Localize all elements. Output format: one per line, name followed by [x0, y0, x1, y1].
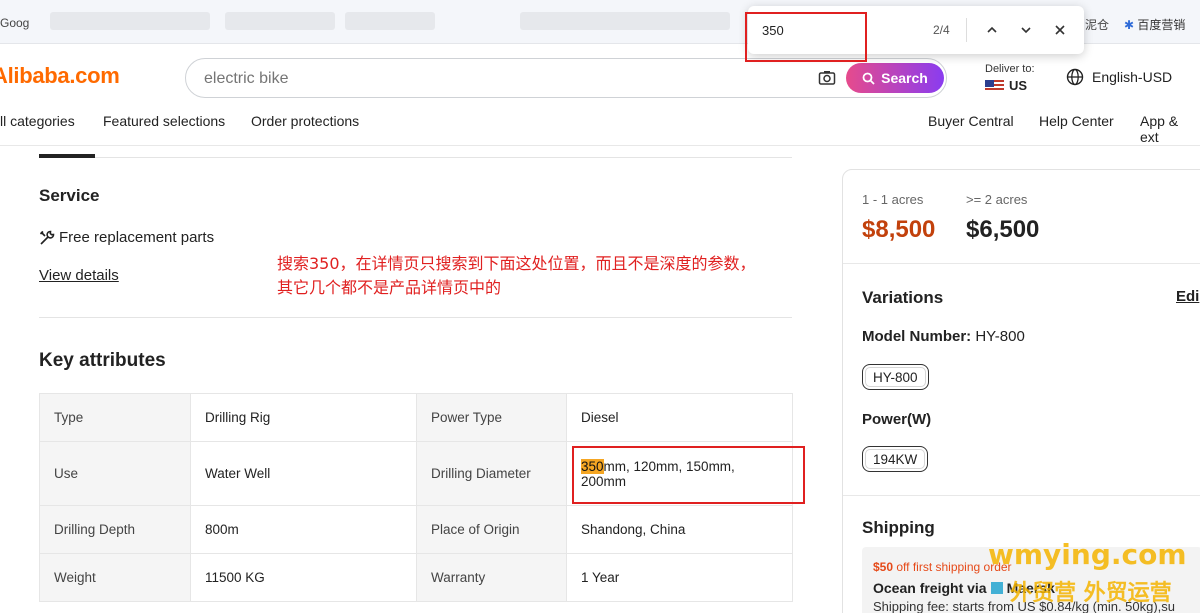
- maersk-icon: [990, 582, 1003, 594]
- find-input[interactable]: [762, 20, 912, 40]
- watermark: wmying.com: [988, 538, 1187, 571]
- language-label: English-USD: [1092, 69, 1173, 85]
- nav-help-center[interactable]: Help Center: [1039, 113, 1114, 129]
- watermark: 外贸营 外贸运营: [1010, 581, 1172, 606]
- attr-value: 800m: [190, 505, 417, 554]
- bookmark-item[interactable]: 泥仓: [1085, 16, 1109, 33]
- bookmark-baidu[interactable]: ✱ 百度营销: [1124, 16, 1185, 33]
- find-divider: [966, 18, 967, 42]
- active-tab-indicator: [39, 154, 95, 158]
- service-item-label: Free replacement parts: [59, 229, 215, 246]
- nav-buyer-central[interactable]: Buyer Central: [928, 113, 1014, 129]
- nav-order-protections[interactable]: Order protections: [251, 113, 359, 129]
- close-icon: [1055, 25, 1065, 35]
- price-tier-value: $8,500: [862, 216, 936, 243]
- deliver-to-selector[interactable]: US: [985, 78, 1027, 93]
- blurred-bookmarks: [50, 12, 210, 30]
- power-option-chip[interactable]: 194KW: [862, 446, 929, 472]
- deliver-to-value: US: [1009, 78, 1028, 93]
- wrench-icon: [39, 230, 55, 245]
- blurred-bookmarks: [345, 12, 435, 30]
- price-tier-label: >= 2 acres: [966, 192, 1028, 207]
- attr-value: Water Well: [190, 441, 417, 506]
- attr-value-text: mm, 120mm, 150mm,: [603, 458, 735, 474]
- find-in-page-bar: 2/4: [748, 6, 1084, 54]
- attr-key: Place of Origin: [416, 505, 567, 554]
- key-attributes-heading: Key attributes: [39, 350, 166, 371]
- nav-all-categories[interactable]: ll categories: [0, 113, 75, 129]
- section-divider: [39, 317, 792, 318]
- find-next-button[interactable]: [1014, 18, 1038, 42]
- key-attributes-table: Type Drilling Rig Power Type Diesel Use …: [39, 393, 793, 602]
- alibaba-logo[interactable]: Alibaba.com: [0, 63, 120, 89]
- service-heading: Service: [39, 186, 100, 205]
- find-match-count: 2/4: [933, 23, 950, 37]
- bookmark-google[interactable]: Goog: [0, 16, 29, 30]
- deliver-to-label: Deliver to:: [985, 63, 1035, 75]
- attr-value-text: 200mm: [581, 473, 627, 489]
- blurred-bookmarks: [225, 12, 335, 30]
- attr-value: Shandong, China: [566, 505, 793, 554]
- power-heading: Power(W): [862, 411, 932, 428]
- service-item: Free replacement parts: [39, 229, 214, 246]
- search-bar: Search: [185, 58, 947, 98]
- edit-variations-link[interactable]: Edi: [1176, 288, 1199, 305]
- nav-featured-selections[interactable]: Featured selections: [103, 113, 225, 129]
- attr-key: Weight: [39, 553, 191, 602]
- panel-divider: [843, 495, 1200, 496]
- search-input[interactable]: [204, 68, 764, 90]
- price-tier-label: 1 - 1 acres: [862, 192, 924, 207]
- attr-value: Diesel: [566, 393, 793, 442]
- search-button-label: Search: [881, 70, 928, 86]
- attr-key: Drilling Depth: [39, 505, 191, 554]
- search-icon: [862, 72, 875, 85]
- variations-heading: Variations: [862, 288, 944, 307]
- find-close-button[interactable]: [1048, 18, 1072, 42]
- attr-key: Drilling Diameter: [416, 441, 567, 506]
- attr-key: Warranty: [416, 553, 567, 602]
- nav-app-extension[interactable]: App & ext: [1140, 113, 1200, 145]
- find-previous-button[interactable]: [980, 18, 1004, 42]
- camera-icon[interactable]: [818, 69, 836, 87]
- chevron-up-icon: [987, 26, 997, 33]
- table-row: Type Drilling Rig Power Type Diesel: [39, 393, 793, 442]
- freight-label: Ocean freight via: [873, 580, 987, 596]
- attr-value: 11500 KG: [190, 553, 417, 602]
- globe-icon: [1066, 68, 1084, 86]
- tab-divider: [95, 157, 792, 158]
- attr-key: Type: [39, 393, 191, 442]
- logo-text: Alibaba.com: [0, 63, 120, 88]
- attr-value-drilling-diameter: 350mm, 120mm, 150mm, 200mm: [566, 441, 793, 506]
- table-row: Drilling Depth 800m Place of Origin Shan…: [39, 505, 793, 554]
- model-number-label: Model Number:: [862, 328, 972, 345]
- attr-key: Use: [39, 441, 191, 506]
- attr-value: 1 Year: [566, 553, 793, 602]
- baidu-icon: ✱: [1124, 18, 1135, 32]
- attr-key: Power Type: [416, 393, 567, 442]
- shipping-heading: Shipping: [862, 518, 935, 537]
- find-match-highlight: 350: [581, 458, 604, 474]
- chevron-down-icon: [1021, 27, 1031, 34]
- model-number: Model Number: HY-800: [862, 328, 1025, 345]
- model-number-value: HY-800: [975, 328, 1025, 345]
- nav-divider: [0, 145, 1200, 146]
- us-flag-icon: [985, 79, 1004, 92]
- promo-amount: $50: [873, 560, 894, 574]
- table-row: Use Water Well Drilling Diameter 350mm, …: [39, 441, 793, 506]
- attr-value: Drilling Rig: [190, 393, 417, 442]
- blurred-bookmarks: [520, 12, 730, 30]
- panel-divider: [843, 263, 1200, 264]
- search-button[interactable]: Search: [846, 63, 944, 93]
- price-tier-value: $6,500: [966, 216, 1040, 243]
- annotation-line: 搜索350，在详情页只搜索到下面这处位置，而且不是深度的参数，: [277, 254, 756, 273]
- annotation-note: 搜索350，在详情页只搜索到下面这处位置，而且不是深度的参数， 其它几个都不是产…: [277, 252, 817, 300]
- language-currency-selector[interactable]: English-USD: [1066, 68, 1172, 86]
- annotation-line: 其它几个都不是产品详情页中的: [277, 278, 502, 297]
- table-row: Weight 11500 KG Warranty 1 Year: [39, 553, 793, 602]
- model-option-chip[interactable]: HY-800: [862, 364, 929, 390]
- view-details-link[interactable]: View details: [39, 267, 119, 284]
